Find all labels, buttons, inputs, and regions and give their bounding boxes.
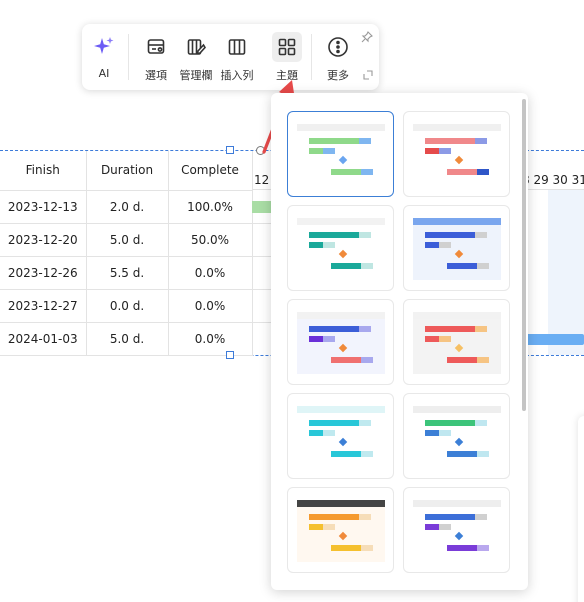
resize-corner-icon[interactable] [363,65,373,84]
manage-columns-button[interactable]: 管理欄 [175,32,217,84]
task-bar[interactable] [526,334,584,345]
floating-toolbar: AI 選項 管理欄 插入列 主題 更多 [82,24,379,90]
cell-finish[interactable]: 2023-12-20 [0,223,87,257]
cell-duration[interactable]: 5.0 d. [86,322,169,356]
theme-preview-icon [297,406,385,468]
theme-preview-icon [297,218,385,280]
theme-option-green-sky[interactable] [403,393,510,479]
toolbar-divider [311,34,312,80]
cell-finish[interactable]: 2023-12-13 [0,190,87,224]
panel-scrollbar[interactable] [522,99,526,411]
theme-option-cyan[interactable] [287,393,394,479]
more-label: 更多 [327,69,349,82]
toolbar-divider [128,34,129,80]
theme-panel [271,93,528,590]
cell-complete[interactable]: 0.0% [168,322,253,356]
insert-column-button[interactable]: 插入列 [216,32,258,84]
more-icon [325,34,351,60]
options-icon [143,34,169,60]
theme-option-teal[interactable] [287,205,394,291]
pin-icon[interactable] [361,28,373,47]
resize-handle-bottom[interactable] [226,351,234,359]
timeline-days-right: 8 29 30 31 [522,173,584,187]
theme-preview-icon [413,406,501,468]
cell-complete[interactable]: 0.0% [168,289,253,323]
theme-option-indigo-lavender[interactable] [287,299,394,385]
header-duration[interactable]: Duration [86,151,169,191]
table-row[interactable]: 2023-12-26 5.5 d. 0.0% [0,256,253,290]
theme-button[interactable]: 主題 [266,32,308,84]
theme-option-blue-purple[interactable] [403,487,510,573]
cell-duration[interactable]: 0.0 d. [86,289,169,323]
insert-column-label: 插入列 [220,69,254,82]
theme-option-orange-gold[interactable] [287,487,394,573]
task-table: Finish Duration Complete 2023-12-13 2.0 … [0,151,253,356]
cell-complete[interactable]: 0.0% [168,256,253,290]
cell-complete[interactable]: 100.0% [168,190,253,224]
header-finish[interactable]: Finish [0,151,87,191]
options-label: 選項 [145,69,167,82]
timeline-day-left: 12 [254,173,270,187]
cell-finish[interactable]: 2024-01-03 [0,322,87,356]
table-row[interactable]: 2024-01-03 5.0 d. 0.0% [0,322,253,356]
cell-duration[interactable]: 2.0 d. [86,190,169,224]
theme-preview-icon [297,312,385,374]
theme-preview-icon [297,124,385,186]
more-button[interactable]: 更多 [317,32,359,84]
table-row[interactable]: 2023-12-13 2.0 d. 100.0% [0,190,253,224]
cell-complete[interactable]: 50.0% [168,223,253,257]
timeline-weekend-band [548,190,584,355]
theme-preview-icon [413,500,501,562]
theme-preview-icon [413,312,501,374]
ai-button[interactable]: AI [83,32,125,84]
cell-finish[interactable]: 2023-12-27 [0,289,87,323]
options-button[interactable]: 選項 [135,32,177,84]
cell-duration[interactable]: 5.5 d. [86,256,169,290]
background-card [578,416,584,602]
theme-option-green-blue[interactable] [287,111,394,197]
theme-preview-icon [297,500,385,562]
theme-option-coral-navy[interactable] [403,111,510,197]
theme-preview-icon [413,218,501,280]
task-bar[interactable] [252,201,272,213]
theme-option-royal-blue[interactable] [403,205,510,291]
theme-option-red-amber[interactable] [403,299,510,385]
header-complete[interactable]: Complete [168,151,253,191]
manage-columns-label: 管理欄 [179,69,213,82]
table-row[interactable]: 2023-12-27 0.0 d. 0.0% [0,289,253,323]
ai-label: AI [98,67,110,80]
resize-handle-top[interactable] [226,146,234,154]
table-header-row: Finish Duration Complete [0,151,253,191]
theme-preview-icon [413,124,501,186]
sparkle-icon [91,34,117,60]
manage-columns-icon [183,34,209,60]
cell-finish[interactable]: 2023-12-26 [0,256,87,290]
theme-grid-icon [272,32,302,62]
insert-column-icon [224,34,250,60]
cell-duration[interactable]: 5.0 d. [86,223,169,257]
table-row[interactable]: 2023-12-20 5.0 d. 50.0% [0,223,253,257]
